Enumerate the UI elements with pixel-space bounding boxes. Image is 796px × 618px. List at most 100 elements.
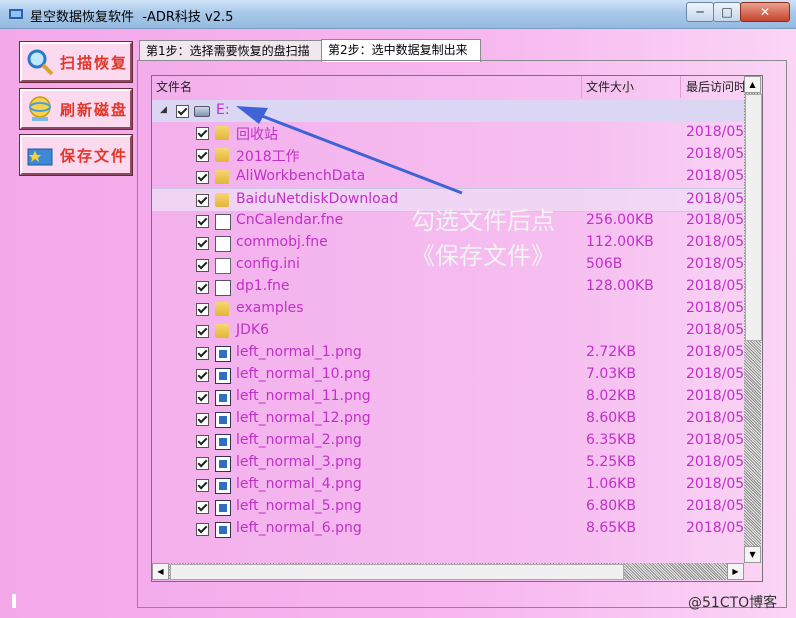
save-files-label: 保存文件 [60,147,129,165]
file-size: 2.72KB [586,344,636,360]
list-item[interactable]: left_normal_2.png 6.35KB 2018/05 [152,430,762,452]
checkbox[interactable] [196,237,209,250]
scroll-right-icon[interactable]: ▶ [727,563,744,580]
list-item[interactable]: left_normal_10.png 7.03KB 2018/05 [152,364,762,386]
list-item[interactable]: left_normal_5.png 6.80KB 2018/05 [152,496,762,518]
checkbox[interactable] [196,259,209,272]
file-size: 112.00KB [586,234,654,250]
checkbox[interactable] [196,413,209,426]
checkbox[interactable] [196,149,209,162]
file-size: 8.60KB [586,410,636,426]
file-name: left_normal_3.png [236,454,362,470]
checkbox[interactable] [196,523,209,536]
tab-area: 第1步：选择需要恢复的盘扫描 第2步：选中数据复制出来 文件名 文件大小 最后访… [137,39,787,608]
checkbox[interactable] [196,303,209,316]
file-name: left_normal_6.png [236,520,362,536]
file-name: left_normal_2.png [236,432,362,448]
file-name: 回收站 [236,127,278,143]
tab-step-1[interactable]: 第1步：选择需要恢复的盘扫描 [139,40,325,61]
checkbox[interactable] [176,105,189,118]
list-item[interactable]: dp1.fne 128.00KB 2018/05 [152,276,762,298]
horizontal-scrollbar[interactable]: ◀ ▶ [152,563,744,580]
tree-root-row[interactable]: ◢ E: [152,100,762,122]
scroll-down-icon[interactable]: ▼ [744,546,761,563]
image-file-icon [215,412,231,428]
image-file-icon [215,456,231,472]
scan-recover-button[interactable]: 扫描恢复 [20,42,132,82]
file-date: 2018/05 [686,344,745,360]
file-date: 2018/05 [686,366,745,382]
file-name: left_normal_10.png [236,366,371,382]
file-size: 8.02KB [586,388,636,404]
title-bar[interactable]: 星空数据恢复软件 -ADR科技 v2.5 ─ □ ✕ [0,0,796,29]
checkbox[interactable] [196,194,209,207]
column-header-size[interactable]: 文件大小 [582,76,681,98]
list-item[interactable]: AliWorkbenchData 2018/05 [152,166,762,188]
file-name: BaiduNetdiskDownload [236,191,399,207]
list-header: 文件名 文件大小 最后访问时 [152,76,762,98]
file-size: 1.06KB [586,476,636,492]
list-item[interactable]: JDK6 2018/05 [152,320,762,342]
image-file-icon [215,478,231,494]
file-size: 6.35KB [586,432,636,448]
checkbox[interactable] [196,281,209,294]
close-button[interactable]: ✕ [740,2,790,22]
refresh-disk-button[interactable]: 刷新磁盘 [20,89,132,129]
maximize-button[interactable]: □ [713,2,741,22]
list-item[interactable]: 回收站 2018/05 [152,122,762,144]
status-marker [12,594,16,608]
list-item[interactable]: left_normal_1.png 2.72KB 2018/05 [152,342,762,364]
tab-step-2[interactable]: 第2步：选中数据复制出来 [321,39,481,62]
checkbox[interactable] [196,501,209,514]
file-date: 2018/05 [686,124,745,140]
root-name: E: [216,102,230,118]
file-name: config.ini [236,256,300,272]
scroll-left-icon[interactable]: ◀ [152,563,169,580]
file-name: CnCalendar.fne [236,212,344,228]
checkbox[interactable] [196,171,209,184]
save-folder-icon [27,148,53,166]
column-header-name[interactable]: 文件名 [152,76,582,98]
scroll-up-icon[interactable]: ▲ [744,76,761,93]
file-date: 2018/05 [686,234,745,250]
file-date: 2018/05 [686,432,745,448]
checkbox[interactable] [196,435,209,448]
list-item[interactable]: left_normal_12.png 8.60KB 2018/05 [152,408,762,430]
file-date: 2018/05 [686,410,745,426]
folder-icon [215,148,229,162]
file-date: 2018/05 [686,520,745,536]
file-date: 2018/05 [686,300,745,316]
checkbox[interactable] [196,127,209,140]
file-name: left_normal_4.png [236,476,362,492]
checkbox[interactable] [196,325,209,338]
folder-icon [215,302,229,316]
collapse-arrow-icon[interactable]: ◢ [160,105,167,115]
list-item[interactable]: left_normal_3.png 5.25KB 2018/05 [152,452,762,474]
checkbox[interactable] [196,215,209,228]
minimize-button[interactable]: ─ [686,2,714,22]
list-item[interactable]: left_normal_4.png 1.06KB 2018/05 [152,474,762,496]
list-item[interactable]: left_normal_11.png 8.02KB 2018/05 [152,386,762,408]
file-name: left_normal_12.png [236,410,371,426]
checkbox[interactable] [196,391,209,404]
document-icon [215,280,231,296]
save-files-button[interactable]: 保存文件 [20,135,132,175]
image-file-icon [215,390,231,406]
file-list[interactable]: 文件名 文件大小 最后访问时 ◢ E: 回收站 2018/05 2018工作 2018… [151,75,763,582]
vertical-scrollbar[interactable]: ▲ ▼ [744,76,762,563]
drive-icon [194,106,210,117]
list-item[interactable]: left_normal_6.png 8.65KB 2018/05 [152,518,762,540]
watermark: @51CTO博客 [688,595,778,611]
vertical-scroll-thumb[interactable] [745,94,762,341]
checkbox[interactable] [196,479,209,492]
folder-icon [215,170,229,184]
list-item[interactable]: examples 2018/05 [152,298,762,320]
horizontal-scroll-thumb[interactable] [170,564,624,580]
annotation-text-line2: 《保存文件》 [411,242,555,270]
file-date: 2018/05 [686,146,745,162]
checkbox[interactable] [196,347,209,360]
config-file-icon [215,258,231,274]
list-item[interactable]: 2018工作 2018/05 [152,144,762,166]
checkbox[interactable] [196,369,209,382]
checkbox[interactable] [196,457,209,470]
